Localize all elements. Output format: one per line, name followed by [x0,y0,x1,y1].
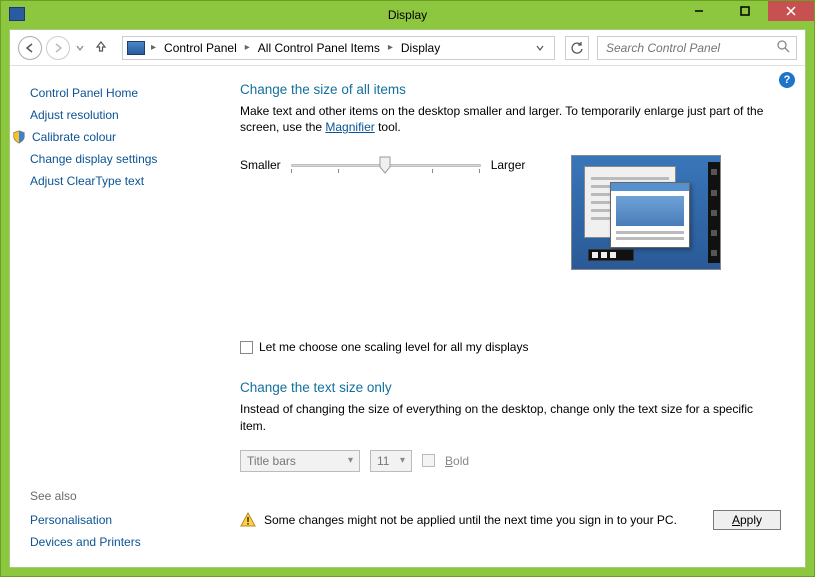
scaling-preview-image [571,155,721,270]
slider-thumb[interactable] [379,156,391,174]
change-display-settings-link[interactable]: Change display settings [30,152,210,166]
minimize-button[interactable] [676,1,722,21]
window-frame: Display [0,0,815,577]
section-text-size-description: Instead of changing the size of everythi… [240,401,781,433]
desc-text: Make text and other items on the desktop… [240,104,763,134]
app-icon [9,7,25,21]
sidebar-item-label: Adjust resolution [30,108,119,122]
bold-checkbox[interactable] [422,454,435,467]
item-select[interactable]: Title bars ▾ [240,450,360,472]
sidebar-item-label: Personalisation [30,513,112,527]
address-dropdown[interactable] [530,41,550,55]
see-also-heading: See also [30,489,210,503]
maximize-button[interactable] [722,1,768,21]
scaling-slider-row: Smaller Larger [240,155,525,175]
size-select[interactable]: 11 ▾ [370,450,412,472]
breadcrumb-leaf[interactable]: Display [395,37,446,59]
search-box[interactable] [597,36,797,60]
chevron-right-icon[interactable]: ▸ [243,42,252,53]
address-bar[interactable]: ▸ Control Panel ▸ All Control Panel Item… [122,36,555,60]
recent-dropdown[interactable] [74,41,86,55]
magnifier-link[interactable]: Magnifier [325,120,374,134]
sidebar-item-label: Devices and Printers [30,535,141,549]
up-button[interactable] [90,39,112,56]
window-title: Display [388,8,427,22]
search-icon[interactable] [777,40,790,56]
bold-label[interactable]: Bold [445,454,469,468]
adjust-resolution-link[interactable]: Adjust resolution [30,108,210,122]
sidebar: Control Panel Home Adjust resolution Cal… [10,66,210,567]
scaling-slider[interactable] [291,155,481,175]
back-button[interactable] [18,36,42,60]
adjust-cleartype-link[interactable]: Adjust ClearType text [30,174,210,188]
shield-icon [12,130,26,144]
scaling-level-label[interactable]: Let me choose one scaling level for all … [259,340,528,354]
chevron-right-icon[interactable]: ▸ [386,42,395,53]
warning-text: Some changes might not be applied until … [264,513,677,527]
sidebar-home-label: Control Panel Home [30,86,138,100]
breadcrumb-root[interactable]: Control Panel [158,37,243,59]
calibrate-colour-link[interactable]: Calibrate colour [30,130,210,144]
desc-text: tool. [375,120,401,134]
chevron-down-icon: ▾ [400,455,405,466]
section-text-size-title: Change the text size only [240,380,781,395]
select-value: 11 [377,454,389,468]
close-button[interactable] [768,1,814,21]
personalisation-link[interactable]: Personalisation [30,513,210,527]
navigation-bar: ▸ Control Panel ▸ All Control Panel Item… [10,30,805,66]
forward-button[interactable] [46,36,70,60]
content-body: ? Control Panel Home Adjust resolution C… [10,66,805,567]
section-size-all-description: Make text and other items on the desktop… [240,103,781,135]
control-panel-home-link[interactable]: Control Panel Home [30,86,210,100]
chevron-down-icon: ▾ [348,455,353,466]
slider-max-label: Larger [491,158,526,172]
warning-icon [240,512,256,528]
select-value: Title bars [247,454,296,468]
search-input[interactable] [604,40,764,56]
control-panel-icon [127,41,145,55]
sidebar-item-label: Adjust ClearType text [30,174,144,188]
devices-and-printers-link[interactable]: Devices and Printers [30,535,210,549]
sidebar-item-label: Calibrate colour [32,130,116,144]
main-panel: Change the size of all items Make text a… [210,66,805,567]
scaling-level-checkbox-row: Let me choose one scaling level for all … [240,340,781,354]
chevron-right-icon[interactable]: ▸ [149,42,158,53]
text-size-controls: Title bars ▾ 11 ▾ Bold [240,450,781,472]
titlebar[interactable]: Display [1,1,814,29]
footer-row: Some changes might not be applied until … [240,502,781,544]
apply-button[interactable]: Apply [713,510,781,530]
breadcrumb-mid[interactable]: All Control Panel Items [252,37,386,59]
client-area: ▸ Control Panel ▸ All Control Panel Item… [9,29,806,568]
refresh-button[interactable] [565,36,589,60]
scaling-level-checkbox[interactable] [240,341,253,354]
section-size-all-title: Change the size of all items [240,82,781,97]
window-controls [676,1,814,21]
sidebar-item-label: Change display settings [30,152,157,166]
slider-min-label: Smaller [240,158,281,172]
